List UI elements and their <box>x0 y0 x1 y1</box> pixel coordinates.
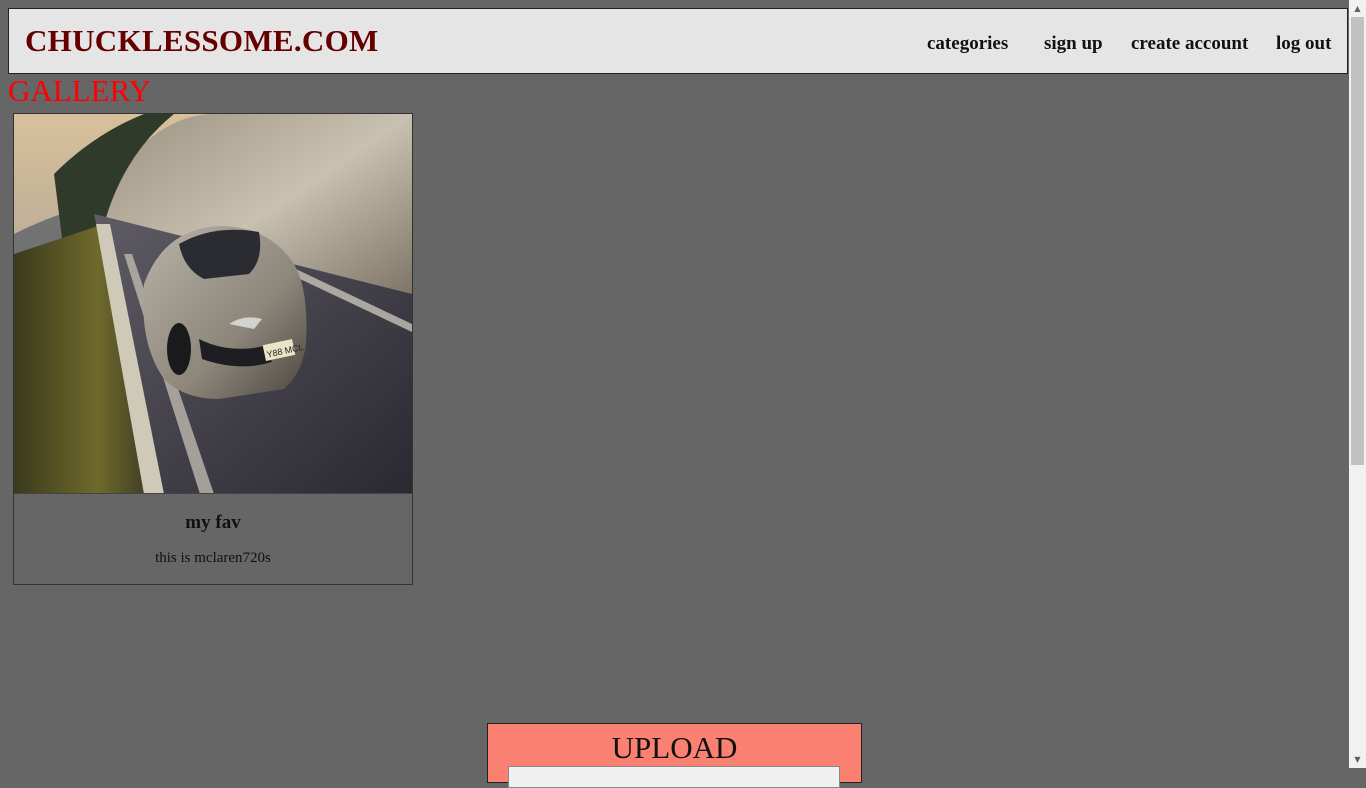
upload-panel: UPLOAD <box>487 723 862 788</box>
site-logo[interactable]: CHUCKLESSOME.COM <box>25 23 379 59</box>
gallery-title: GALLERY <box>8 73 151 108</box>
triangle-down-icon[interactable]: ▼ <box>1349 751 1366 768</box>
vertical-scrollbar[interactable]: ▲ ▼ <box>1349 0 1366 768</box>
triangle-up-icon[interactable]: ▲ <box>1349 0 1366 17</box>
upload-input[interactable] <box>508 766 840 788</box>
nav-categories[interactable]: categories <box>927 33 1008 55</box>
nav-create-account[interactable]: create account <box>1131 33 1248 55</box>
nav-sign-up[interactable]: sign up <box>1044 33 1103 55</box>
nav-log-out[interactable]: log out <box>1276 33 1331 55</box>
gallery-card[interactable]: Y88 MCL my fav this is mclaren720s <box>13 113 413 585</box>
gallery-card-image[interactable]: Y88 MCL <box>14 114 412 494</box>
upload-heading: UPLOAD <box>611 730 738 765</box>
scroll-thumb[interactable] <box>1351 17 1364 465</box>
gallery-card-title: my fav <box>185 512 241 533</box>
site-header: CHUCKLESSOME.COM categories sign up crea… <box>8 8 1348 74</box>
gallery-card-description: this is mclaren720s <box>155 550 271 566</box>
